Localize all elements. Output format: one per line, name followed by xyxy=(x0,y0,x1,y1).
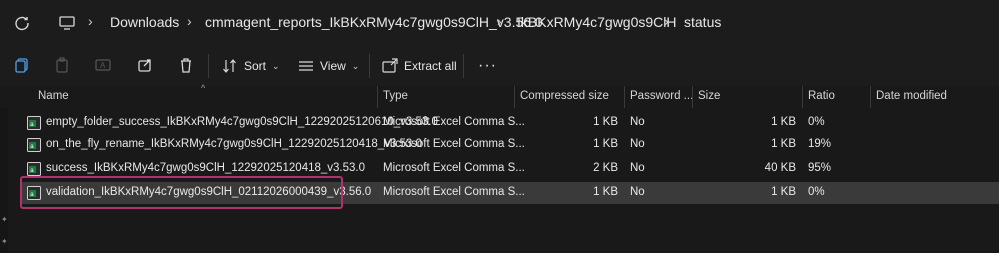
column-header: ^ Name Type Compressed size Password ...… xyxy=(0,83,999,108)
password: No xyxy=(630,186,645,198)
ratio: 0% xyxy=(808,186,825,198)
svg-text:A: A xyxy=(100,61,106,70)
breadcrumb-status[interactable]: status xyxy=(684,14,721,30)
share-icon[interactable] xyxy=(136,56,154,74)
ratio: 19% xyxy=(808,138,832,150)
pin-icon: ✦ xyxy=(1,237,8,246)
sort-indicator-icon: ^ xyxy=(201,83,206,93)
address-bar: › Downloads › cmmagent_reports_IkBKxRMy4… xyxy=(0,0,999,46)
extract-icon xyxy=(382,58,398,73)
csv-file-icon: a xyxy=(27,162,41,176)
breadcrumb-separator: › xyxy=(187,13,192,29)
column-divider xyxy=(802,86,803,108)
column-divider xyxy=(624,86,625,108)
column-name[interactable]: Name xyxy=(38,90,69,102)
this-pc-icon[interactable] xyxy=(58,14,76,32)
more-options-button[interactable]: ··· xyxy=(478,56,497,76)
view-button[interactable]: View ⌄ xyxy=(298,56,359,76)
divider xyxy=(369,54,370,78)
command-bar: A Sort ⌄ View ⌄ Extract all ··· xyxy=(0,46,999,87)
breadcrumb-separator: › xyxy=(497,13,502,29)
breadcrumb-archive[interactable]: cmmagent_reports_IkBKxRMy4c7gwg0s9ClH_v3… xyxy=(205,14,543,30)
breadcrumb-downloads[interactable]: Downloads xyxy=(110,14,179,30)
ratio: 95% xyxy=(808,162,832,174)
column-ratio[interactable]: Ratio xyxy=(808,90,835,102)
extract-all-label: Extract all xyxy=(404,59,457,73)
pin-icon: ✦ xyxy=(1,215,8,224)
paste-icon[interactable] xyxy=(53,56,71,74)
breadcrumb-folder[interactable]: IkBKxRMy4c7gwg0s9ClH xyxy=(517,14,677,30)
table-row[interactable]: a on_the_fly_rename_IkBKxRMy4c7gwg0s9ClH… xyxy=(20,134,999,156)
csv-file-icon: a xyxy=(27,138,41,152)
more-icon: ··· xyxy=(478,57,497,74)
csv-file-icon: a xyxy=(27,116,41,130)
divider xyxy=(463,54,464,78)
file-type: Microsoft Excel Comma S... xyxy=(383,116,525,128)
compressed-size: 1 KB xyxy=(593,138,618,150)
view-label: View xyxy=(320,59,346,73)
file-size: 1 KB xyxy=(771,186,796,198)
file-type: Microsoft Excel Comma S... xyxy=(383,186,525,198)
copy-icon[interactable] xyxy=(13,56,31,74)
file-size: 40 KB xyxy=(764,162,796,174)
file-name: empty_folder_success_IkBKxRMy4c7gwg0s9Cl… xyxy=(46,116,438,128)
column-password[interactable]: Password ... xyxy=(630,90,693,102)
divider xyxy=(208,54,209,78)
extract-all-button[interactable]: Extract all xyxy=(382,56,457,76)
chevron-down-icon: ⌄ xyxy=(351,60,360,71)
password: No xyxy=(630,162,645,174)
compressed-size: 2 KB xyxy=(593,162,618,174)
column-type[interactable]: Type xyxy=(383,90,408,102)
column-divider xyxy=(514,86,515,108)
file-size: 1 KB xyxy=(771,138,796,150)
column-compressed-size[interactable]: Compressed size xyxy=(520,90,609,102)
file-type: Microsoft Excel Comma S... xyxy=(383,162,525,174)
sort-label: Sort xyxy=(244,59,267,73)
sort-button[interactable]: Sort ⌄ xyxy=(222,56,280,76)
compressed-size: 1 KB xyxy=(593,116,618,128)
delete-icon[interactable] xyxy=(177,56,195,74)
sort-icon xyxy=(223,59,236,73)
compressed-size: 1 KB xyxy=(593,186,618,198)
view-icon xyxy=(299,61,313,71)
password: No xyxy=(630,138,645,150)
column-date-modified[interactable]: Date modified xyxy=(876,90,947,102)
file-size: 1 KB xyxy=(771,116,796,128)
chevron-down-icon: ⌄ xyxy=(272,60,280,71)
refresh-icon[interactable] xyxy=(13,14,31,32)
rename-icon[interactable]: A xyxy=(94,56,112,74)
file-name: success_IkBKxRMy4c7gwg0s9ClH_12292025120… xyxy=(46,162,366,174)
file-type: Microsoft Excel Comma S... xyxy=(383,138,525,150)
breadcrumb-separator: › xyxy=(664,13,669,29)
table-row[interactable]: a empty_folder_success_IkBKxRMy4c7gwg0s9… xyxy=(20,112,999,134)
file-name: on_the_fly_rename_IkBKxRMy4c7gwg0s9ClH_1… xyxy=(46,138,422,150)
highlight-annotation xyxy=(20,176,343,209)
navigation-pane-edge xyxy=(0,86,8,253)
column-divider xyxy=(377,86,378,108)
column-divider xyxy=(692,86,693,108)
column-size[interactable]: Size xyxy=(698,90,720,102)
breadcrumb-separator: › xyxy=(88,13,93,29)
password: No xyxy=(630,116,645,128)
ratio: 0% xyxy=(808,116,825,128)
column-divider xyxy=(870,86,871,108)
